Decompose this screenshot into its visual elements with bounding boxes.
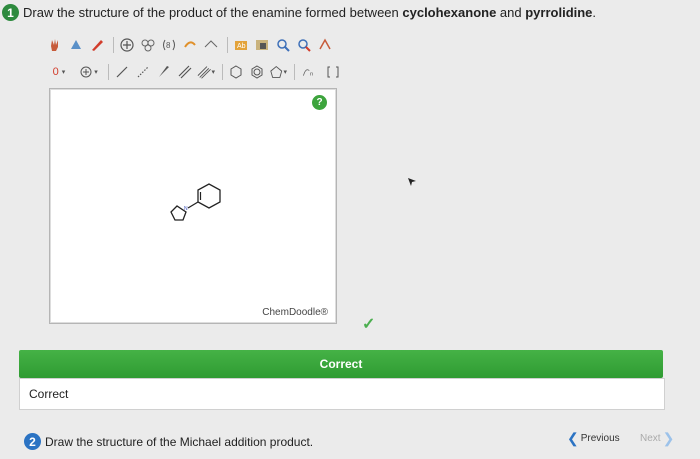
cyclohexanone-bold: cyclohexanone xyxy=(402,5,497,20)
cyclopentane-ring-icon[interactable]: ▾ xyxy=(269,63,287,81)
pencil-icon[interactable] xyxy=(88,36,106,54)
toolbar-row-2: 0 ▾ ▾ ▾ ▾ n xyxy=(46,63,345,81)
feedback-title-bar: Correct xyxy=(19,350,663,378)
question-1-text: Draw the structure of the product of the… xyxy=(23,5,596,20)
chevron-down-icon: ▾ xyxy=(211,69,215,76)
double-bond-icon[interactable] xyxy=(176,63,194,81)
hand-icon[interactable] xyxy=(46,36,64,54)
correct-checkmark-icon: ✓ xyxy=(362,316,376,333)
chevron-left-icon: ❮ xyxy=(567,430,579,446)
toolbar-separator xyxy=(222,64,223,80)
triple-bond-icon[interactable]: ▾ xyxy=(197,63,215,81)
toolbar-row-1: 8 Ab xyxy=(46,36,337,54)
svg-text:Ab: Ab xyxy=(237,43,246,50)
chevron-right-icon: ❯ xyxy=(662,430,675,446)
bracket-icon[interactable]: 8 xyxy=(160,36,178,54)
next-label: Next xyxy=(640,433,661,444)
zoom-out-icon[interactable] xyxy=(295,36,313,54)
mouse-cursor-icon xyxy=(407,174,417,192)
chemdoodle-watermark: ChemDoodle® xyxy=(262,307,328,318)
previous-label: Previous xyxy=(580,433,620,444)
question-1-header: 1 Draw the structure of the product of t… xyxy=(2,4,596,21)
template-icon[interactable] xyxy=(253,36,271,54)
toolbar-separator xyxy=(294,64,295,80)
zoom-in-icon[interactable] xyxy=(274,36,292,54)
erase-icon[interactable] xyxy=(67,36,85,54)
chemdoodle-canvas[interactable]: ? N ChemDoodle® xyxy=(49,88,337,324)
toolbar-separator xyxy=(113,37,114,53)
curve-icon[interactable]: n xyxy=(299,63,321,81)
add-atom-icon[interactable] xyxy=(118,36,136,54)
charge-select[interactable]: 0 ▾ xyxy=(46,63,72,81)
benzene-ring-icon[interactable] xyxy=(227,63,245,81)
question-2-text: Draw the structure of the Michael additi… xyxy=(45,434,314,449)
svg-text:n: n xyxy=(310,72,313,78)
clean-icon[interactable] xyxy=(202,36,220,54)
feedback-text: Correct xyxy=(29,387,69,401)
question-text-suffix: . xyxy=(592,5,597,20)
single-bond-icon[interactable] xyxy=(113,63,131,81)
feedback-box: Correct xyxy=(19,378,665,410)
toolbar-separator xyxy=(227,37,228,53)
plus-charge-icon[interactable]: ▾ xyxy=(75,63,101,81)
previous-button[interactable]: ❮ Previous xyxy=(567,430,620,447)
cyclohexane-ring-icon[interactable] xyxy=(248,63,266,81)
toolbar-separator xyxy=(108,64,109,80)
question-text-prefix: Draw the structure of the product of the… xyxy=(23,5,403,20)
enamine-molecule: N xyxy=(165,178,227,227)
bracket-icon[interactable] xyxy=(324,63,342,81)
chevron-down-icon: ▾ xyxy=(283,69,287,76)
charge-value: 0 xyxy=(52,66,59,78)
question-text-mid: and xyxy=(496,5,526,20)
template-icon[interactable]: Ab xyxy=(232,36,250,54)
wedge-bond-icon[interactable] xyxy=(155,63,173,81)
pyrrolidine-bold: pyrrolidine xyxy=(525,5,593,20)
question-number-badge: 1 xyxy=(2,4,19,21)
dashed-bond-icon[interactable] xyxy=(134,63,152,81)
chevron-down-icon: ▾ xyxy=(94,69,98,76)
help-button[interactable]: ? xyxy=(312,95,327,110)
lasso-icon[interactable] xyxy=(181,36,199,54)
question-2-header: 2 Draw the structure of the Michael addi… xyxy=(24,433,313,450)
next-button[interactable]: Next ❯ xyxy=(640,430,676,447)
atom-properties-icon[interactable] xyxy=(316,36,334,54)
svg-text:N: N xyxy=(184,206,188,212)
chevron-down-icon: ▾ xyxy=(61,69,66,76)
ring-icon[interactable] xyxy=(139,36,157,54)
question-number-badge: 2 xyxy=(24,433,41,450)
svg-text:8: 8 xyxy=(166,41,171,50)
